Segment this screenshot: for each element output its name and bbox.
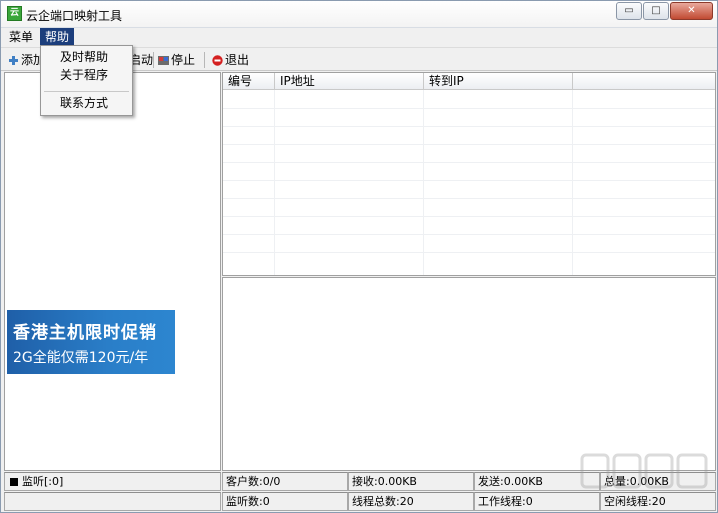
close-button[interactable]: ✕ [670,2,713,20]
status-empty [4,492,221,511]
app-window: 云 云企端口映射工具 ▭ □ ✕ 菜单 帮助 添加 启动 停止 退出 香港主机限… [0,0,718,513]
stop-label: 停止 [171,53,196,67]
grid-line [423,90,424,275]
menu-item-about[interactable]: 关于程序 [60,67,108,83]
window-controls: ▭ □ ✕ [615,2,713,20]
menu-help[interactable]: 帮助 [40,28,75,46]
ad-headline: 香港主机限时促销 [13,323,157,343]
status-listen-count: 监听数:0 [222,492,348,511]
status-thread-total: 线程总数:20 [348,492,474,511]
grid-line [572,90,573,275]
listener-panel: 香港主机限时促销 2G全能仅需120元/年 [4,72,221,471]
column-header-target-ip[interactable]: 转到IP [424,73,573,89]
grid-line [274,90,275,275]
toolbar-separator [204,52,205,68]
maximize-button[interactable]: □ [643,2,669,20]
table-header: 编号 IP地址 转到IP [223,73,715,90]
grid-line [223,126,715,127]
status-listen: 监听[:0] [4,472,221,491]
app-icon: 云 [7,6,22,21]
grid-line [223,234,715,235]
plus-icon [9,55,18,65]
toolbar-separator [153,52,154,68]
watermark-logo [580,453,708,489]
grid-line [223,252,715,253]
title-bar: 云 云企端口映射工具 ▭ □ ✕ [1,1,717,28]
grid-line [223,180,715,181]
column-header-ip[interactable]: IP地址 [275,73,424,89]
exit-button[interactable]: 退出 [212,50,249,70]
stop-icon [158,55,169,65]
menu-separator [44,91,129,92]
ad-subline: 2G全能仅需120元/年 [13,350,149,366]
mapping-table[interactable]: 编号 IP地址 转到IP [222,72,716,276]
ad-banner[interactable]: 香港主机限时促销 2G全能仅需120元/年 [7,310,175,374]
column-header-id[interactable]: 编号 [223,73,275,89]
status-listen-text: 监听[:0] [22,475,64,488]
menu-item-instant-help[interactable]: 及时帮助 [60,49,108,65]
exit-label: 退出 [225,53,250,67]
grid-line [223,108,715,109]
status-received: 接收:0.00KB [348,472,474,491]
grid-line [223,216,715,217]
menu-item-contact[interactable]: 联系方式 [60,95,108,111]
help-menu-dropdown: 及时帮助 关于程序 联系方式 [40,45,133,116]
minimize-button[interactable]: ▭ [616,2,642,20]
status-clients: 客户数:0/0 [222,472,348,491]
grid-line [223,162,715,163]
menu-main[interactable]: 菜单 [4,28,38,46]
stop-button[interactable]: 停止 [158,50,195,70]
grid-line [223,144,715,145]
listen-indicator-icon [10,478,18,486]
grid-line [223,198,715,199]
window-title: 云企端口映射工具 [26,9,123,23]
exit-icon [212,54,223,66]
log-panel[interactable] [222,277,716,471]
